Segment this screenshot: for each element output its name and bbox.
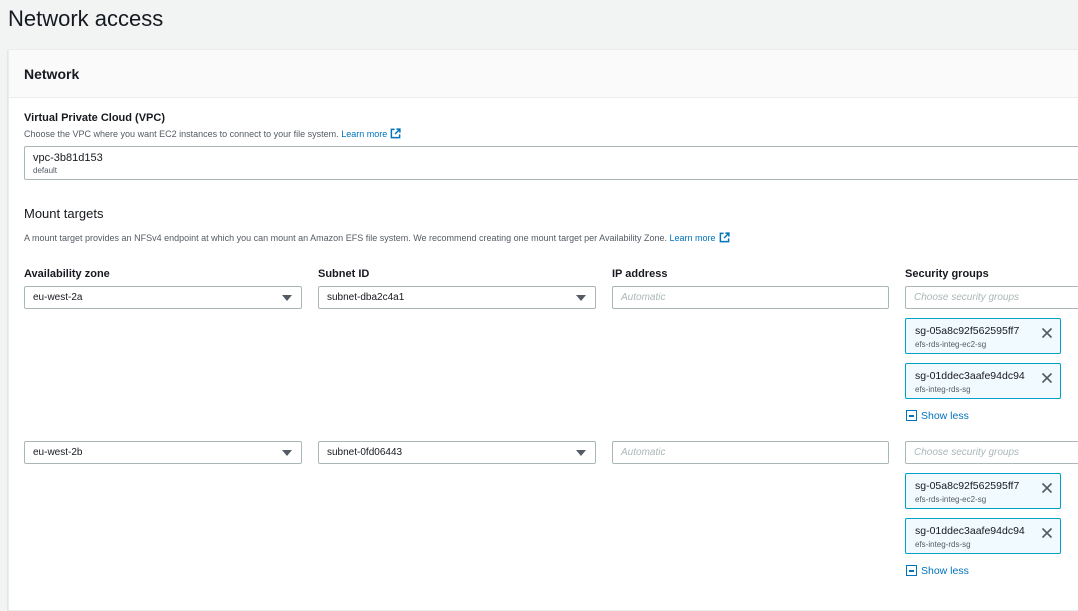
subnet-id-select[interactable]: subnet-0fd06443 [318, 441, 596, 464]
close-icon[interactable] [1040, 371, 1054, 385]
vpc-select[interactable]: vpc-3b81d153 default [24, 146, 1078, 180]
close-icon[interactable] [1040, 326, 1054, 340]
ip-address-placeholder: Automatic [621, 292, 666, 303]
availability-zone-select[interactable]: eu-west-2b [24, 441, 302, 464]
minus-square-icon [906, 565, 917, 576]
mount-targets-description: A mount target provides an NFSv4 endpoin… [24, 232, 730, 243]
vpc-learn-more-label: Learn more [341, 129, 388, 139]
mount-targets-title: Mount targets [24, 206, 104, 221]
subnet-id-value: subnet-0fd06443 [327, 447, 403, 458]
show-less-label: Show less [921, 410, 969, 422]
close-icon[interactable] [1040, 526, 1054, 540]
security-groups-select[interactable]: Choose security groups [905, 286, 1078, 309]
vpc-selected-name: default [33, 166, 58, 175]
security-group-id: sg-01ddec3aafe94dc94 [915, 525, 1025, 537]
ip-address-input[interactable]: Automatic [612, 441, 889, 464]
column-header-security-groups: Security groups [905, 268, 989, 280]
vpc-description: Choose the VPC where you want EC2 instan… [24, 128, 401, 139]
security-group-token: sg-05a8c92f562595ff7 efs-rds-integ-ec2-s… [905, 473, 1061, 509]
panel-header: Network [9, 50, 1078, 98]
availability-zone-value: eu-west-2b [33, 447, 83, 458]
network-panel: Network Virtual Private Cloud (VPC) Choo… [8, 49, 1078, 611]
mount-targets-learn-more-label: Learn more [669, 233, 716, 243]
panel-title: Network [24, 66, 80, 82]
external-link-icon [390, 128, 401, 139]
security-groups-select[interactable]: Choose security groups [905, 441, 1078, 464]
ip-address-input[interactable]: Automatic [612, 286, 889, 309]
caret-down-icon [576, 295, 586, 301]
column-header-ip-address: IP address [612, 268, 668, 280]
security-group-name: efs-integ-rds-sg [915, 540, 971, 549]
vpc-selected-id: vpc-3b81d153 [33, 152, 103, 164]
security-group-id: sg-01ddec3aafe94dc94 [915, 370, 1025, 382]
security-group-token: sg-01ddec3aafe94dc94 efs-integ-rds-sg [905, 363, 1061, 399]
close-icon[interactable] [1040, 481, 1054, 495]
caret-down-icon [282, 450, 292, 456]
security-groups-placeholder: Choose security groups [914, 447, 1020, 458]
security-group-name: efs-rds-integ-ec2-sg [915, 340, 987, 349]
availability-zone-value: eu-west-2a [33, 292, 83, 303]
column-header-subnet-id: Subnet ID [318, 268, 370, 280]
security-groups-placeholder: Choose security groups [914, 292, 1020, 303]
subnet-id-select[interactable]: subnet-dba2c4a1 [318, 286, 596, 309]
page-title: Network access [8, 6, 164, 31]
mount-targets-description-text: A mount target provides an NFSv4 endpoin… [24, 233, 668, 243]
external-link-icon [719, 232, 730, 243]
security-group-name: efs-integ-rds-sg [915, 385, 971, 394]
caret-down-icon [282, 295, 292, 301]
vpc-description-text: Choose the VPC where you want EC2 instan… [24, 129, 339, 139]
security-group-id: sg-05a8c92f562595ff7 [915, 325, 1020, 337]
minus-square-icon [906, 410, 917, 421]
subnet-id-value: subnet-dba2c4a1 [327, 292, 405, 303]
availability-zone-select[interactable]: eu-west-2a [24, 286, 302, 309]
security-group-id: sg-05a8c92f562595ff7 [915, 480, 1020, 492]
caret-down-icon [576, 450, 586, 456]
security-group-name: efs-rds-integ-ec2-sg [915, 495, 987, 504]
mount-targets-learn-more-link[interactable]: Learn more [669, 232, 730, 243]
show-less-button[interactable]: Show less [906, 565, 969, 577]
security-group-token: sg-05a8c92f562595ff7 efs-rds-integ-ec2-s… [905, 318, 1061, 354]
vpc-learn-more-link[interactable]: Learn more [341, 128, 401, 139]
show-less-label: Show less [921, 565, 969, 577]
show-less-button[interactable]: Show less [906, 410, 969, 422]
column-header-availability-zone: Availability zone [24, 268, 110, 280]
ip-address-placeholder: Automatic [621, 447, 666, 458]
vpc-label: Virtual Private Cloud (VPC) [24, 112, 165, 124]
security-group-token: sg-01ddec3aafe94dc94 efs-integ-rds-sg [905, 518, 1061, 554]
